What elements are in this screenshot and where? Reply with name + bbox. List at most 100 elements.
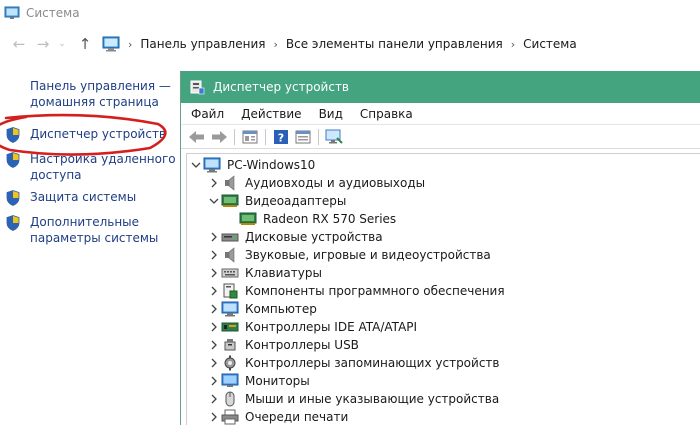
- back-icon[interactable]: [186, 127, 208, 147]
- breadcrumb-separator-icon[interactable]: ›: [273, 38, 277, 51]
- control-panel-home-link[interactable]: Панель управления — домашняя страница: [30, 78, 180, 110]
- window-title: Система: [26, 6, 80, 20]
- tree-child-label: Radeon RX 570 Series: [263, 212, 397, 226]
- device-manager-icon: [190, 80, 205, 95]
- breadcrumb-item[interactable]: Панель управления: [140, 37, 265, 51]
- chevron-right-icon[interactable]: [207, 394, 221, 404]
- tree-root[interactable]: PC-Windows10: [189, 156, 315, 174]
- tree-item-label: Компоненты программного обеспечения: [245, 284, 505, 298]
- ide-controller-icon: [221, 319, 239, 335]
- chevron-right-icon[interactable]: [207, 250, 221, 260]
- tree-item[interactable]: Звуковые, игровые и видеоустройства: [207, 246, 491, 264]
- monitor-icon: [221, 373, 239, 389]
- uac-shield-icon: [6, 190, 20, 206]
- chevron-down-icon[interactable]: [207, 197, 221, 205]
- tree-item[interactable]: Контроллеры IDE ATA/ATAPI: [207, 318, 417, 336]
- device-tree: PC-Windows10 Аудиовходы и аудиовыходы Ви…: [186, 153, 700, 425]
- monitor-scan-icon[interactable]: [323, 127, 345, 147]
- toolbar: ?: [181, 125, 700, 149]
- tree-item[interactable]: Мыши и иные указывающие устройства: [207, 390, 499, 408]
- chevron-right-icon[interactable]: [207, 376, 221, 386]
- printer-icon: [221, 409, 239, 425]
- tree-item-label: Контроллеры USB: [245, 338, 359, 352]
- help-icon[interactable]: ?: [270, 127, 292, 147]
- breadcrumb-separator-icon[interactable]: ›: [128, 38, 132, 51]
- chevron-right-icon[interactable]: [207, 286, 221, 296]
- tree-item-label: Дисковые устройства: [245, 230, 383, 244]
- menu-action[interactable]: Действие: [241, 107, 301, 121]
- tree-item-label: Компьютер: [245, 302, 317, 316]
- speaker-icon: [221, 247, 239, 263]
- computer-icon: [203, 157, 221, 173]
- keyboard-icon: [221, 265, 239, 281]
- menu-bar: Файл Действие Вид Справка: [181, 103, 700, 125]
- device-manager-window: Диспетчер устройств Файл Действие Вид Сп…: [180, 71, 700, 425]
- view-icon[interactable]: [292, 127, 314, 147]
- usb-icon: [221, 337, 239, 353]
- software-component-icon: [221, 283, 239, 299]
- tree-item-label: Мыши и иные указывающие устройства: [245, 392, 500, 406]
- up-arrow-icon[interactable]: ↑: [74, 33, 96, 55]
- system-protection-link[interactable]: Защита системы: [30, 189, 180, 205]
- menu-file[interactable]: Файл: [191, 107, 224, 121]
- device-manager-title: Диспетчер устройств: [213, 80, 350, 94]
- tree-item-label: Контроллеры IDE ATA/ATAPI: [245, 320, 418, 334]
- breadcrumb-separator-icon[interactable]: ›: [511, 38, 515, 51]
- tree-item[interactable]: Контроллеры запоминающих устройств: [207, 354, 499, 372]
- mouse-icon: [221, 391, 239, 407]
- chevron-right-icon[interactable]: [207, 412, 221, 422]
- control-panel-icon: [102, 36, 120, 52]
- highlight-ellipse: [0, 113, 167, 156]
- display-adapter-icon: [221, 193, 239, 209]
- chevron-down-icon[interactable]: [189, 161, 203, 169]
- chevron-right-icon[interactable]: [207, 340, 221, 350]
- tree-item-label: Очереди печати: [245, 410, 349, 424]
- toolbar-divider: [318, 128, 319, 145]
- speaker-icon: [221, 175, 239, 191]
- tree-item[interactable]: Аудиовходы и аудиовыходы: [207, 174, 425, 192]
- tree-item-label: Видеоадаптеры: [245, 194, 347, 208]
- computer-icon: [221, 301, 239, 317]
- tree-item-label: Клавиатуры: [245, 266, 322, 280]
- menu-help[interactable]: Справка: [360, 107, 413, 121]
- menu-view[interactable]: Вид: [319, 107, 343, 121]
- uac-shield-icon: [6, 215, 20, 231]
- tree-item[interactable]: Компоненты программного обеспечения: [207, 282, 505, 300]
- back-arrow-icon[interactable]: ←: [8, 33, 30, 55]
- chevron-right-icon[interactable]: [207, 322, 221, 332]
- chevron-right-icon[interactable]: [207, 232, 221, 242]
- tree-item[interactable]: Клавиатуры: [207, 264, 322, 282]
- tree-item[interactable]: Очереди печати: [207, 408, 348, 425]
- properties-icon[interactable]: [239, 127, 261, 147]
- tree-item[interactable]: Мониторы: [207, 372, 310, 390]
- tree-item[interactable]: Видеоадаптеры: [207, 192, 346, 210]
- display-adapter-icon: [239, 211, 257, 227]
- breadcrumb-item[interactable]: Система: [523, 37, 577, 51]
- disk-drive-icon: [221, 229, 239, 245]
- chevron-right-icon[interactable]: [207, 304, 221, 314]
- tree-child-item[interactable]: Radeon RX 570 Series: [239, 210, 396, 228]
- tree-item[interactable]: Контроллеры USB: [207, 336, 359, 354]
- device-manager-titlebar[interactable]: Диспетчер устройств: [181, 71, 700, 103]
- breadcrumb: › Панель управления › Все элементы панел…: [102, 36, 577, 52]
- tree-item-label: Мониторы: [245, 374, 310, 388]
- toolbar-divider: [234, 128, 235, 145]
- chevron-down-icon[interactable]: ⌄: [56, 33, 68, 55]
- svg-text:?: ?: [278, 131, 284, 144]
- toolbar-divider: [265, 128, 266, 145]
- advanced-settings-link[interactable]: Дополнительные параметры системы: [30, 214, 180, 246]
- breadcrumb-item[interactable]: Все элементы панели управления: [286, 37, 503, 51]
- tree-root-label: PC-Windows10: [227, 158, 316, 172]
- chevron-right-icon[interactable]: [207, 178, 221, 188]
- forward-icon[interactable]: [208, 127, 230, 147]
- storage-controller-icon: [221, 355, 239, 371]
- window-titlebar: Система: [0, 0, 700, 26]
- system-icon: [4, 6, 20, 19]
- tree-item[interactable]: Компьютер: [207, 300, 317, 318]
- address-bar: ← → ⌄ ↑ › Панель управления › Все элемен…: [0, 29, 700, 59]
- chevron-right-icon[interactable]: [207, 268, 221, 278]
- tree-item[interactable]: Дисковые устройства: [207, 228, 383, 246]
- tree-item-label: Аудиовходы и аудиовыходы: [245, 176, 426, 190]
- chevron-right-icon[interactable]: [207, 358, 221, 368]
- forward-arrow-icon[interactable]: →: [32, 33, 54, 55]
